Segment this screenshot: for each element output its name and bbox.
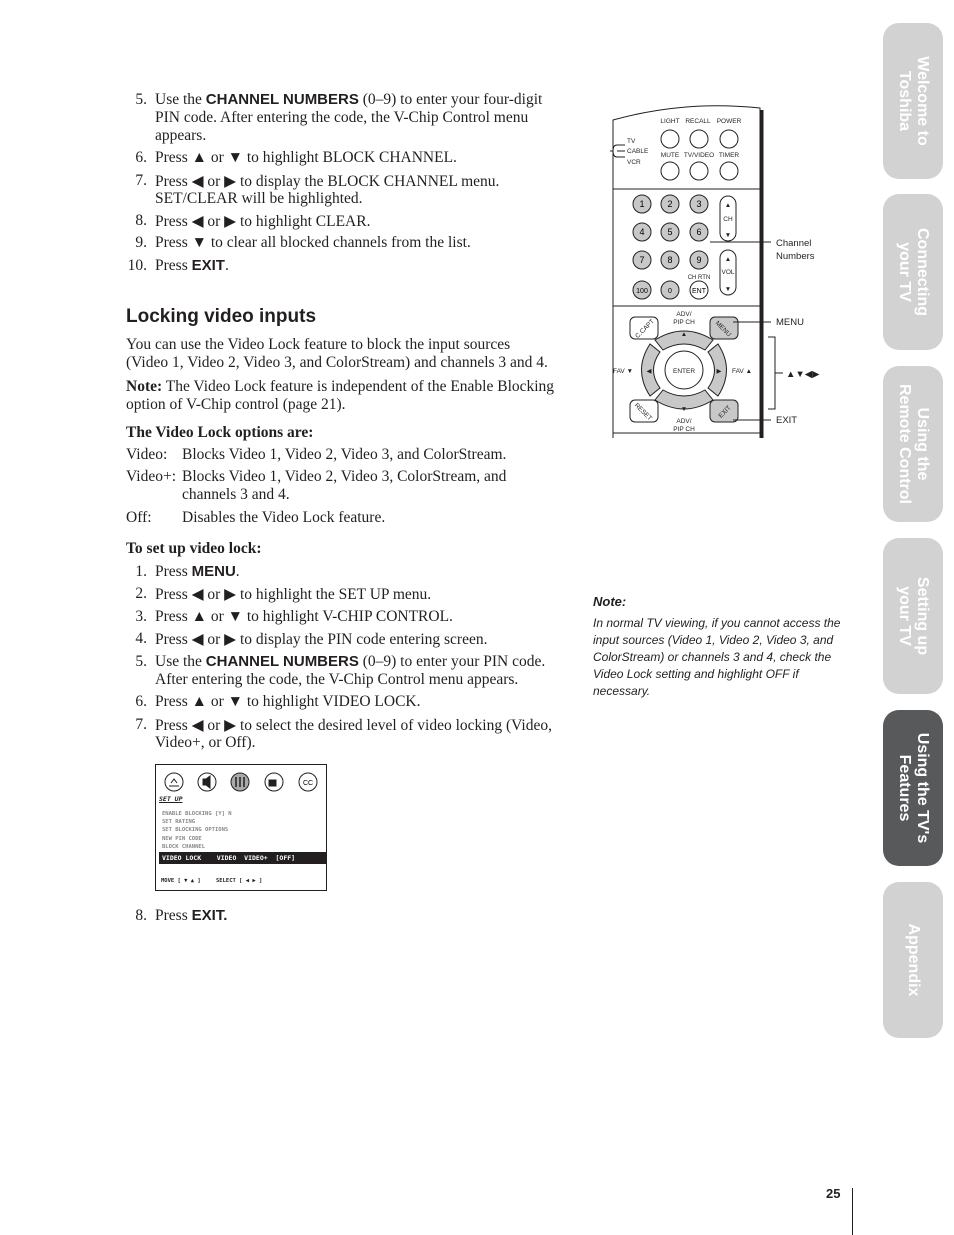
svg-text:PIP CH: PIP CH (673, 319, 695, 326)
tab-chapter[interactable]: Connecting your TV (883, 194, 943, 350)
tab-chapter[interactable]: Using the TV's Features (883, 710, 943, 866)
setup-step: Press MENU. (155, 563, 240, 580)
page-number: 25 (826, 1186, 841, 1201)
tab-chapter[interactable]: Using the Remote Control (883, 366, 943, 522)
section-title: Locking video inputs (126, 306, 317, 327)
svg-text:TV: TV (627, 138, 636, 145)
digit-label: 5 (667, 227, 672, 237)
digit-label: 0 (668, 288, 672, 295)
svg-text:CABLE: CABLE (627, 148, 649, 155)
mute-button[interactable] (660, 161, 680, 181)
svg-text:PIP CH: PIP CH (673, 426, 695, 433)
svg-text:▲: ▲ (725, 202, 731, 209)
digit-label: ENT (692, 288, 707, 295)
digit-label: 3 (696, 199, 701, 209)
label-light: LIGHT (660, 118, 679, 125)
label-power: POWER (717, 118, 742, 125)
setup-step: Press ◀ or ▶ to select the desired level… (155, 717, 552, 734)
setup-step: Press ▲ or ▼ to highlight V-CHIP CONTROL… (155, 608, 453, 625)
svg-text:▼: ▼ (725, 286, 731, 293)
timer-button[interactable] (719, 161, 739, 181)
tab-chapter[interactable]: Setting up your TV (883, 538, 943, 694)
tab-chapter[interactable]: Welcome to Toshiba (883, 23, 943, 179)
remote-control-diagram: LIGHT RECALL POWER MUTE TV/VIDEO TIMER T… (610, 105, 820, 438)
page-divider (852, 1188, 853, 1235)
label-timer: TIMER (719, 152, 740, 159)
light-button[interactable] (660, 129, 680, 149)
svg-text:ENTER: ENTER (673, 368, 695, 375)
power-button[interactable] (719, 129, 739, 149)
manual-page: 5. Use the CHANNEL NUMBERS (0–9) to ente… (0, 0, 954, 1235)
setup-step: Press EXIT. (155, 907, 228, 924)
svg-text:▼: ▼ (681, 406, 687, 413)
digit-label: 100 (636, 288, 648, 295)
svg-text:ADV/: ADV/ (676, 418, 691, 425)
digit-label: 9 (696, 255, 701, 265)
callout-menu: MENU (776, 317, 804, 328)
tv-menu-screenshot: CC SET UP ENABLE BLOCKING [Y] N SET RATI… (155, 764, 327, 891)
svg-text:Numbers: Numbers (776, 251, 815, 262)
label-mute: MUTE (661, 152, 680, 159)
callout-exit: EXIT (776, 415, 797, 426)
digit-label: 4 (639, 227, 644, 237)
digit-label: 8 (667, 255, 672, 265)
svg-text:FAV ▲: FAV ▲ (732, 368, 752, 375)
svg-text:▼: ▼ (725, 232, 731, 239)
svg-text:▲: ▲ (725, 256, 731, 263)
recall-button[interactable] (689, 129, 709, 149)
svg-text:CH: CH (723, 216, 733, 223)
picture-icon (164, 772, 184, 792)
setup-step: Press ◀ or ▶ to display the PIN code ent… (155, 631, 488, 648)
setup-step: Press ▲ or ▼ to highlight VIDEO LOCK. (155, 693, 421, 710)
label-recall: RECALL (685, 118, 711, 125)
setup-step: Use the CHANNEL NUMBERS (0–9) to enter y… (155, 653, 546, 670)
digit-label: 7 (639, 255, 644, 265)
tv-video-button[interactable] (689, 161, 709, 181)
callout-channel-numbers: Channel (776, 238, 811, 249)
svg-text:VOL: VOL (721, 269, 734, 276)
setup-step: Press ◀ or ▶ to highlight the SET UP men… (155, 586, 432, 603)
digit-label: 6 (696, 227, 701, 237)
callout-arrows: ▲▼◀▶ (786, 369, 820, 380)
label-tvvideo: TV/VIDEO (684, 152, 714, 159)
svg-text:ADV/: ADV/ (676, 311, 691, 318)
svg-text:FAV ▼: FAV ▼ (613, 368, 633, 375)
tab-chapter[interactable]: Appendix (883, 882, 943, 1038)
svg-text:CC: CC (303, 780, 313, 787)
digit-label: 2 (667, 199, 672, 209)
svg-text:CH RTN: CH RTN (688, 275, 711, 281)
note-label: Note: (593, 594, 627, 609)
svg-text:VCR: VCR (627, 159, 641, 166)
digit-label: 1 (639, 199, 644, 209)
svg-text:▲: ▲ (681, 331, 687, 338)
